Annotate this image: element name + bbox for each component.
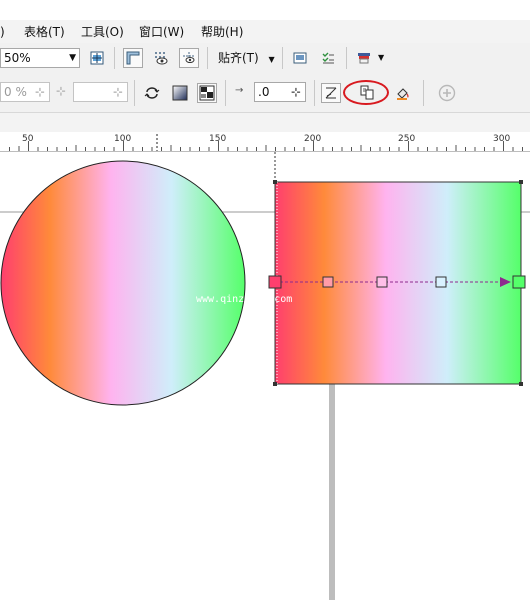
menu-bar: ) 表格(T) 工具(O) 窗口(W) 帮助(H) [0,20,530,44]
menu-item-tools[interactable]: 工具(O) [81,24,124,40]
reverse-gradient-button[interactable] [142,83,162,103]
zoom-fit-icon [90,51,104,65]
acceleration-field[interactable]: .0 ⊹ [254,82,306,102]
options-button[interactable] [318,48,338,68]
welcome-screen-button[interactable] [290,48,310,68]
snap-to-label: 贴齐(T) [218,51,259,65]
grid-icon [155,52,168,65]
selection-handle[interactable] [273,180,277,184]
window-top-strip [0,0,530,20]
welcome-screen-icon [293,52,307,64]
property-bar: 0 % ⊹ ⊹ ⊹ → .0 ⊹ [0,74,530,113]
ruler-label: 300 [493,134,511,144]
rulers-toggle-button[interactable] [123,48,143,68]
ruler-label: 150 [209,134,227,144]
angle-icon: ⊹ [56,84,67,98]
zoom-level-combo[interactable]: 50% ▼ [0,48,80,68]
spinner-icon: ⊹ [112,85,123,99]
toolbar-spacer [0,113,530,133]
transparency-button[interactable] [170,83,190,103]
blend-pattern-icon [199,85,215,101]
snap-to-dropdown[interactable]: 贴齐(T) ▼ [218,50,275,66]
chevron-down-icon: ▼ [268,55,275,64]
color-stop[interactable] [376,276,388,288]
zoom-fit-button[interactable] [87,48,107,68]
highlight-ellipse [343,80,389,105]
chevron-down-icon[interactable]: ▼ [378,53,384,62]
drawing-canvas[interactable]: www.qinzhang.com [0,152,530,600]
menu-item-table[interactable]: 表格(T) [24,24,65,40]
edge-pad-field[interactable]: ⊹ [73,82,128,102]
ruler-label: 200 [304,134,322,144]
selection-handle[interactable] [519,382,523,386]
ruler-icon [126,51,140,65]
midpoint-percent-value: 0 % [4,85,27,99]
zoom-level-value: 50% [4,51,31,65]
menu-item-window[interactable]: 窗口(W) [139,24,184,40]
selection-handle[interactable] [273,382,277,386]
spinner-icon: ⊹ [290,85,301,99]
application-launcher-button[interactable] [354,48,374,68]
color-stop-start[interactable] [268,275,282,289]
add-preset-button[interactable] [437,83,457,103]
ruler-label: 100 [114,134,132,144]
color-stop[interactable] [322,276,334,288]
midpoint-percent-field[interactable]: 0 % ⊹ [0,82,50,102]
selection-handle[interactable] [519,180,523,184]
ruler-ticks [9,134,523,151]
page-shadow [329,384,335,600]
acceleration-value: .0 [258,85,270,99]
edit-fill-button[interactable] [393,83,413,103]
menu-item-help[interactable]: 帮助(H) [201,24,243,40]
application-launcher-icon [358,53,370,64]
menu-item-truncated[interactable]: ) [0,24,5,40]
watermark-text: www.qinzhang.com [196,294,292,305]
standard-toolbar: 50% ▼ 贴齐(T) ▼ ▼ [0,43,530,75]
gradient-square-icon [172,85,188,101]
cycle-arrows-icon [144,87,160,99]
grid-toggle-button[interactable] [151,48,171,68]
horizontal-ruler[interactable]: 50 100 150 200 250 300 [0,132,530,152]
guidelines-icon [183,52,195,64]
free-scale-skew-button[interactable] [321,83,341,103]
ruler-label: 50 [22,134,34,144]
gradient-circle[interactable] [0,160,246,406]
color-stop[interactable] [435,276,447,288]
paint-bucket-icon [397,88,409,100]
add-circle-icon [438,84,456,102]
drawing-surface: www.qinzhang.com [0,152,530,600]
guidelines-toggle-button[interactable] [179,48,199,68]
chevron-down-icon: ▼ [69,53,76,63]
ruler-label: 250 [398,134,416,144]
skew-icon [325,87,337,99]
spinner-icon: ⊹ [34,85,45,99]
options-icon [322,52,334,64]
color-stop-end[interactable] [512,275,526,289]
gradient-rectangle[interactable] [274,181,522,385]
acceleration-icon: → [235,85,244,96]
smooth-blending-button[interactable] [197,83,217,103]
